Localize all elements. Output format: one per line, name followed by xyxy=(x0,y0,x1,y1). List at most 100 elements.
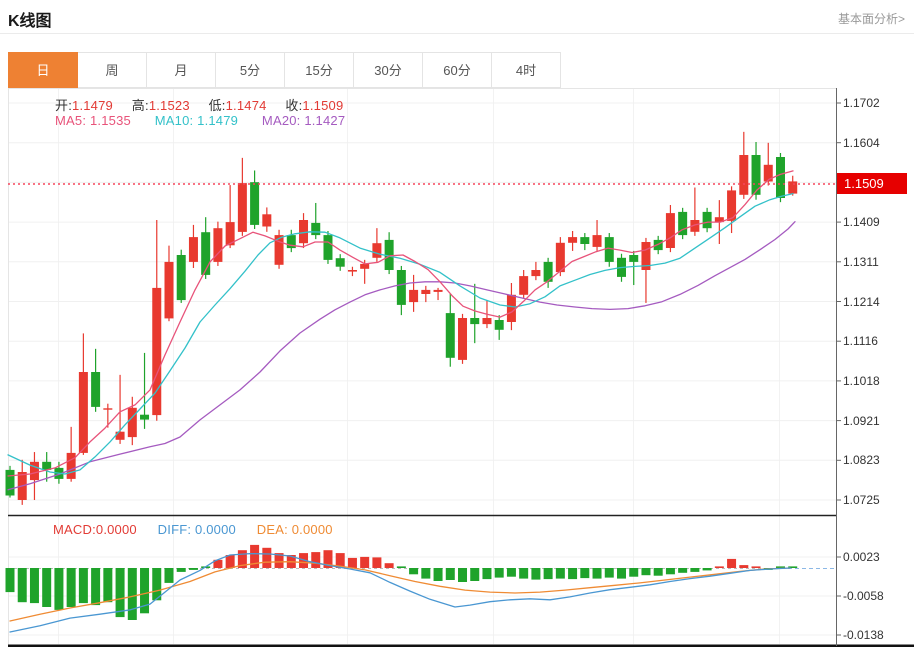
candlestick xyxy=(29,461,39,481)
candlestick xyxy=(152,287,162,416)
candlestick xyxy=(372,243,382,258)
kline-chart-svg xyxy=(5,88,914,648)
price-axis-label: 1.1214 xyxy=(843,294,880,309)
macd-legend-row: MACD:0.0000 DIFF: 0.0000 DEA: 0.0000 xyxy=(53,522,350,537)
macd-bar xyxy=(653,568,663,576)
candlestick xyxy=(409,289,419,303)
diff-legend: DIFF: 0.0000 xyxy=(157,522,236,537)
candlestick xyxy=(458,318,468,360)
macd-bar xyxy=(506,568,516,577)
open-value: 1.1479 xyxy=(72,98,113,113)
kline-page: K线图 基本面分析> 日 周 月 5分 15分 30分 60分 4时 开:1.1… xyxy=(0,0,914,648)
macd-bar xyxy=(188,568,198,570)
candlestick xyxy=(5,469,15,496)
macd-bar xyxy=(592,568,602,579)
candlestick xyxy=(347,270,357,272)
candlestick xyxy=(775,157,785,198)
macd-bar xyxy=(617,568,626,579)
candlestick xyxy=(445,313,455,358)
macd-bar xyxy=(445,568,455,580)
tab-30min[interactable]: 30分 xyxy=(353,52,423,88)
ma10-legend: MA10: 1.1479 xyxy=(154,113,239,128)
macd-bar xyxy=(482,568,492,580)
macd-bar xyxy=(433,568,443,581)
macd-bar xyxy=(5,568,15,593)
candlestick xyxy=(531,270,541,277)
candlestick xyxy=(140,414,150,420)
candlestick xyxy=(91,372,101,407)
price-axis-label: 1.0823 xyxy=(843,453,880,468)
interval-tab-bar: 日 周 月 5分 15分 30分 60分 4时 xyxy=(8,52,561,88)
candlestick xyxy=(78,372,88,453)
low-group: 低:1.1474 xyxy=(208,98,267,113)
macd-bar xyxy=(78,568,88,604)
macd-bar xyxy=(690,568,700,572)
candlestick xyxy=(201,232,211,275)
candlestick xyxy=(335,258,345,267)
fundamental-analysis-link[interactable]: 基本面分析> xyxy=(838,10,905,27)
candlestick xyxy=(176,255,186,301)
tab-week[interactable]: 周 xyxy=(77,52,147,88)
macd-bar xyxy=(347,557,357,568)
macd-axis-label: -0.0058 xyxy=(843,589,884,603)
macd-bar xyxy=(127,568,137,620)
tab-4hour[interactable]: 4时 xyxy=(491,52,561,88)
high-group: 高:1.1523 xyxy=(131,98,190,113)
tab-60min[interactable]: 60分 xyxy=(422,52,492,88)
macd-bar xyxy=(176,568,186,572)
macd-bar xyxy=(678,568,688,573)
ma5-line xyxy=(7,170,794,477)
tab-5min[interactable]: 5分 xyxy=(215,52,285,88)
price-axis-label: 1.0725 xyxy=(843,493,880,507)
macd-bar xyxy=(42,568,52,607)
price-axis-label: 1.1702 xyxy=(843,96,880,110)
macd-bar xyxy=(91,568,101,606)
macd-bar xyxy=(702,568,712,571)
macd-bar xyxy=(665,568,675,575)
candlestick xyxy=(592,235,602,247)
price-axis-label: 1.1409 xyxy=(843,215,880,230)
macd-bar xyxy=(568,568,578,580)
candlestick xyxy=(665,213,675,248)
tab-day[interactable]: 日 xyxy=(8,52,78,88)
macd-bar xyxy=(421,568,431,579)
macd-bar xyxy=(543,568,553,580)
macd-bar xyxy=(164,568,174,583)
macd-bar xyxy=(531,568,541,580)
header-divider xyxy=(0,33,914,34)
candlestick xyxy=(164,261,174,319)
ma20-legend: MA20: 1.1427 xyxy=(261,113,346,128)
macd-bar xyxy=(66,568,76,607)
macd-bar xyxy=(225,555,235,568)
macd-legend: MACD:0.0000 xyxy=(53,522,137,537)
tab-15min[interactable]: 15分 xyxy=(284,52,354,88)
candlestick xyxy=(519,276,529,295)
candlestick xyxy=(788,181,798,194)
tab-month[interactable]: 月 xyxy=(146,52,216,88)
macd-bar xyxy=(629,568,639,577)
macd-bar xyxy=(17,568,27,603)
price-axis-label: 1.1311 xyxy=(843,254,879,269)
macd-bar xyxy=(54,568,64,610)
ma10-line xyxy=(7,192,794,475)
candlestick xyxy=(396,270,406,305)
macd-bar xyxy=(555,568,565,579)
candlestick xyxy=(115,431,125,440)
macd-bar xyxy=(519,568,529,579)
macd-bar xyxy=(739,565,749,568)
candlestick xyxy=(237,183,247,232)
macd-bar xyxy=(360,556,370,568)
candlestick xyxy=(103,408,113,410)
macd-bar xyxy=(409,568,419,575)
candlestick xyxy=(604,237,614,262)
macd-bar xyxy=(384,563,394,568)
price-axis-label: 1.1018 xyxy=(843,373,880,388)
macd-bar xyxy=(396,566,406,568)
candlestick xyxy=(127,407,137,438)
candlestick xyxy=(739,155,749,195)
candlestick xyxy=(702,211,712,229)
diff-line xyxy=(9,552,791,633)
macd-bar xyxy=(372,557,382,568)
macd-bar xyxy=(604,568,614,578)
high-value: 1.1523 xyxy=(148,98,190,113)
